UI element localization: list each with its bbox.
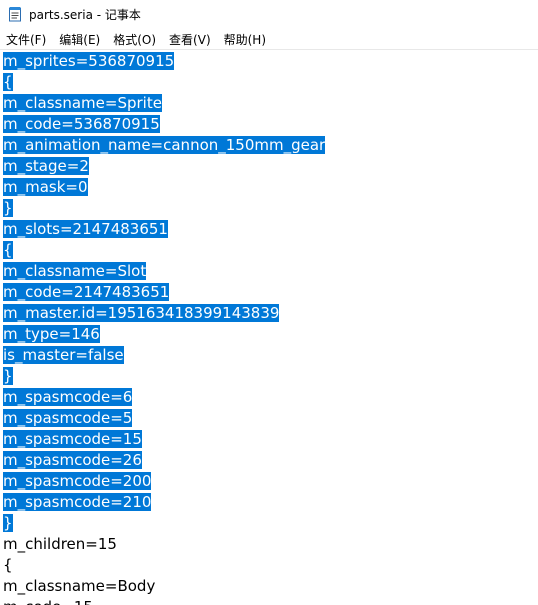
editor-line[interactable]: } [0, 198, 538, 219]
selected-text: m_slots=2147483651 [3, 220, 168, 238]
selected-text: m_sprites=536870915 [3, 52, 175, 70]
editor-line[interactable]: m_animation_name=cannon_150mm_gear [0, 135, 538, 156]
selected-text: m_classname=Slot [3, 262, 147, 280]
selected-text: m_classname=Sprite [3, 94, 162, 112]
editor-line[interactable]: { [0, 240, 538, 261]
selected-text: } [3, 199, 13, 217]
menu-file[interactable]: 文件(F) [4, 31, 53, 48]
selected-text: m_code=536870915 [3, 115, 160, 133]
title-bar: parts.seria - 记事本 [0, 0, 538, 29]
editor-line[interactable]: m_mask=0 [0, 177, 538, 198]
menu-format[interactable]: 格式(O) [111, 31, 163, 48]
text-editor-area[interactable]: m_sprites=536870915 { m_classname=Sprite m_… [0, 49, 538, 605]
editor-line[interactable]: m_spasmcode=15 [0, 429, 538, 450]
line-text: { [3, 556, 13, 574]
editor-line[interactable]: m_spasmcode=200 [0, 471, 538, 492]
selected-text: m_type=146 [3, 325, 100, 343]
editor-line[interactable]: m_code=2147483651 [0, 282, 538, 303]
menu-edit[interactable]: 编辑(E) [57, 31, 107, 48]
menu-bar: 文件(F) 编辑(E) 格式(O) 查看(V) 帮助(H) [0, 29, 538, 49]
selected-text: is_master=false [3, 346, 124, 364]
selected-text: m_animation_name=cannon_150mm_gear [3, 136, 326, 154]
line-text: m_classname=Body [3, 577, 156, 595]
editor-line[interactable]: is_master=false [0, 345, 538, 366]
editor-line[interactable]: m_stage=2 [0, 156, 538, 177]
editor-line[interactable]: m_type=146 [0, 324, 538, 345]
editor-line[interactable]: m_code=15 [0, 597, 538, 605]
editor-line[interactable]: m_sprites=536870915 [0, 51, 538, 72]
selected-text: m_code=2147483651 [3, 283, 170, 301]
selected-text: m_spasmcode=6 [3, 388, 133, 406]
editor-line[interactable]: m_classname=Sprite [0, 93, 538, 114]
selected-text: m_mask=0 [3, 178, 88, 196]
notepad-window: parts.seria - 记事本 文件(F) 编辑(E) 格式(O) 查看(V… [0, 0, 538, 605]
line-text: m_code=15 [3, 598, 93, 605]
editor-line[interactable]: m_children=15 [0, 534, 538, 555]
editor-line[interactable]: m_spasmcode=26 [0, 450, 538, 471]
editor-line[interactable]: { [0, 555, 538, 576]
editor-line[interactable]: m_spasmcode=210 [0, 492, 538, 513]
selected-text: } [3, 514, 13, 532]
editor-line[interactable]: { [0, 72, 538, 93]
editor-line[interactable]: m_slots=2147483651 [0, 219, 538, 240]
menu-help[interactable]: 帮助(H) [222, 31, 273, 48]
editor-line[interactable]: } [0, 513, 538, 534]
menu-view[interactable]: 查看(V) [167, 31, 218, 48]
window-title: parts.seria - 记事本 [29, 7, 141, 22]
editor-line[interactable]: m_classname=Slot [0, 261, 538, 282]
editor-line[interactable]: m_master.id=195163418399143839 [0, 303, 538, 324]
editor-line[interactable]: } [0, 366, 538, 387]
line-text: m_children=15 [3, 535, 117, 553]
selected-text: m_master.id=195163418399143839 [3, 304, 280, 322]
selected-text: m_spasmcode=26 [3, 451, 142, 469]
selected-text: } [3, 367, 13, 385]
selected-text: m_spasmcode=210 [3, 493, 152, 511]
selected-text: { [3, 241, 13, 259]
selected-text: m_spasmcode=5 [3, 409, 133, 427]
selected-text: m_spasmcode=200 [3, 472, 152, 490]
editor-line[interactable]: m_spasmcode=6 [0, 387, 538, 408]
selected-text: { [3, 73, 13, 91]
selected-text: m_stage=2 [3, 157, 89, 175]
editor-line[interactable]: m_code=536870915 [0, 114, 538, 135]
editor-line[interactable]: m_classname=Body [0, 576, 538, 597]
editor-line[interactable]: m_spasmcode=5 [0, 408, 538, 429]
selected-text: m_spasmcode=15 [3, 430, 142, 448]
notepad-icon [9, 7, 21, 22]
